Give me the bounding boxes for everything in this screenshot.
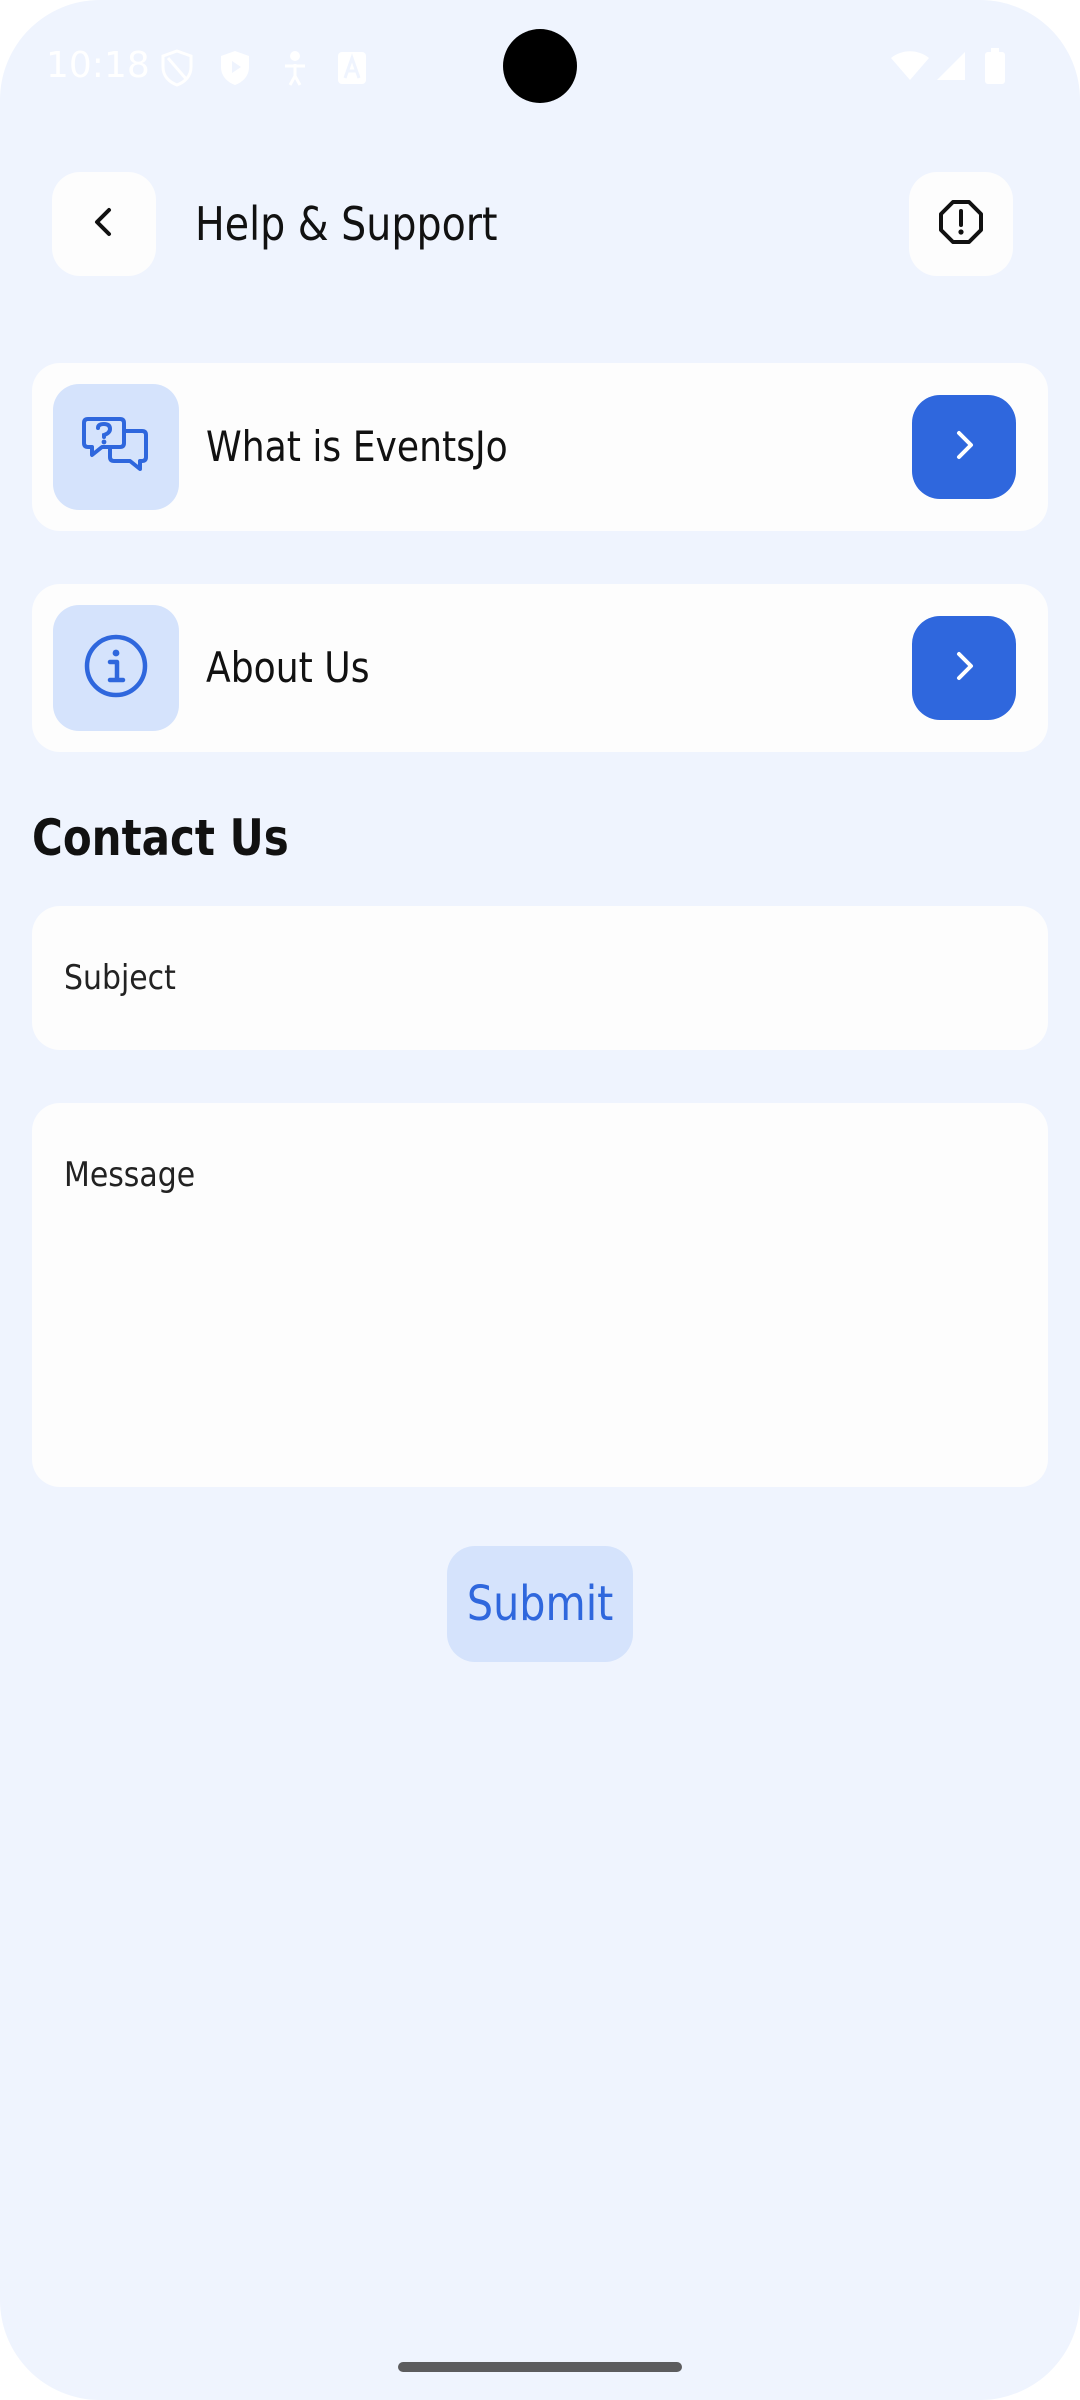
contact-us-heading: Contact Us [32,809,289,867]
message-field[interactable]: Message [32,1103,1048,1487]
menu-item-label: What is EventsJo [206,422,508,471]
home-indicator[interactable] [398,2362,682,2372]
menu-icon-tile [53,605,179,731]
chevron-right-icon [944,646,984,690]
status-time: 10:18 [46,45,150,86]
chevron-left-icon [84,202,124,246]
question-chat-icon [80,409,152,485]
report-button[interactable] [909,172,1013,276]
menu-arrow-button[interactable] [912,395,1016,499]
alert-octagon-icon [937,198,985,250]
font-a-icon [336,48,368,92]
camera-cutout [503,29,577,103]
subject-field[interactable]: Subject [32,906,1048,1050]
help-support-screen: 10:18 Help & Support What is EventsJo Ab… [0,0,1080,2400]
submit-button[interactable]: Submit [447,1546,633,1662]
menu-item-label: About Us [206,643,370,692]
vpn-shield-icon [160,48,194,92]
menu-icon-tile [53,384,179,510]
chevron-right-icon [944,425,984,469]
play-protect-icon [218,48,252,92]
message-placeholder: Message [64,1155,196,1195]
menu-item-about-us[interactable]: About Us [32,584,1048,752]
back-button[interactable] [52,172,156,276]
status-bar: 10:18 [0,0,1080,132]
signal-icon [935,50,967,86]
accessibility-icon [280,48,310,92]
submit-label: Submit [466,1576,614,1632]
info-circle-icon [82,632,150,704]
subject-placeholder: Subject [64,958,176,998]
menu-arrow-button[interactable] [912,616,1016,720]
wifi-icon [890,50,930,86]
menu-item-what-is-eventsjo[interactable]: What is EventsJo [32,363,1048,531]
page-title: Help & Support [195,197,498,251]
battery-icon [984,48,1006,88]
